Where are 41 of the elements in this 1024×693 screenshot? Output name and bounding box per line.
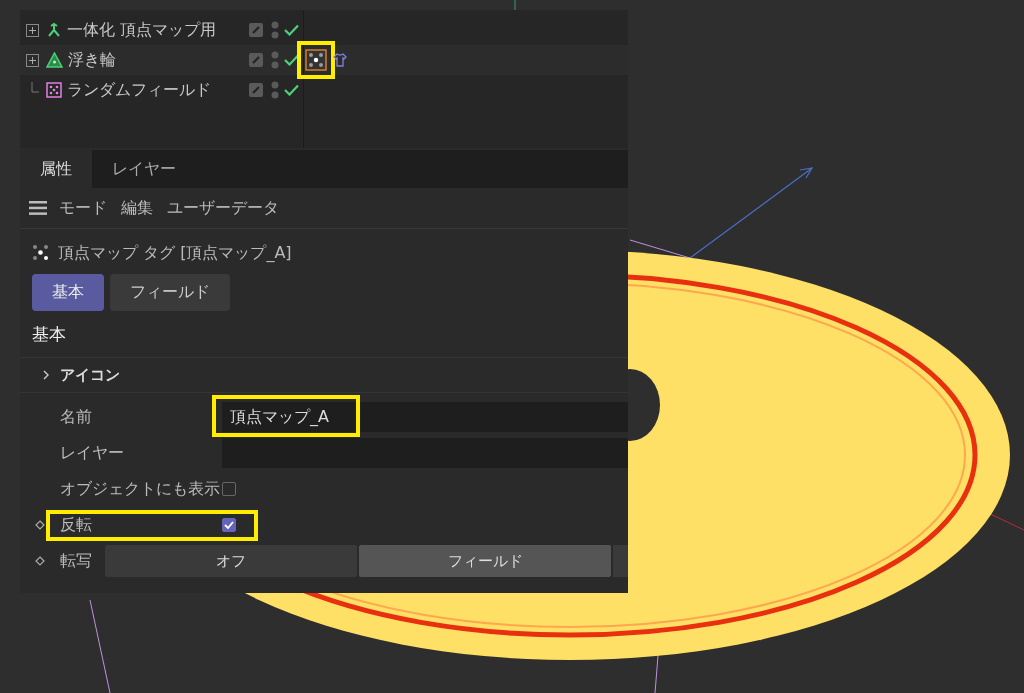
tag-title: 頂点マップ タグ [頂点マップ_A] <box>58 242 292 264</box>
object-name[interactable]: ランダムフィールド <box>67 79 249 101</box>
property-label: オブジェクトにも表示 <box>60 478 221 500</box>
menu-item[interactable]: ユーザーデータ <box>167 197 279 219</box>
visibility-dots-icon[interactable] <box>271 51 279 69</box>
property-label: 転写 <box>60 550 93 572</box>
property-label: 名前 <box>60 406 93 428</box>
menu-item[interactable]: 編集 <box>121 197 153 219</box>
check-icon[interactable] <box>284 24 299 36</box>
connector-icon <box>46 22 62 38</box>
property-label: 反転 <box>60 514 93 536</box>
triangle-icon <box>46 52 63 68</box>
menu-icon[interactable] <box>29 201 47 215</box>
tab[interactable]: レイヤー <box>92 150 196 188</box>
section-heading: 基本 <box>31 323 67 346</box>
vertex-dots-icon <box>32 244 50 262</box>
property-label: レイヤー <box>60 442 125 464</box>
page-button[interactable]: 基本 <box>32 274 104 311</box>
visibility-dots-icon[interactable] <box>271 21 279 39</box>
expand-icon[interactable] <box>26 53 39 67</box>
text-field[interactable] <box>222 438 628 468</box>
checkbox[interactable] <box>222 482 236 496</box>
group-label[interactable]: アイコン <box>60 365 120 385</box>
object-name[interactable]: 一体化 頂点マップ用 <box>67 19 249 41</box>
checkbox[interactable] <box>222 518 236 532</box>
visibility-dots-icon[interactable] <box>271 81 279 99</box>
segment-option[interactable]: フィールド <box>359 545 611 577</box>
keyframe-diamond-icon[interactable] <box>35 556 45 566</box>
text-field[interactable]: 頂点マップ_A <box>222 402 628 432</box>
check-icon[interactable] <box>284 84 299 96</box>
page-button[interactable]: フィールド <box>110 274 230 311</box>
segment-option[interactable]: オフ <box>105 545 357 577</box>
check-icon[interactable] <box>284 54 299 66</box>
shirt-icon[interactable] <box>333 53 347 67</box>
vertex-map-tag-icon[interactable] <box>305 49 327 71</box>
chevron-icon[interactable] <box>42 370 50 380</box>
keyframe-diamond-icon[interactable] <box>35 520 45 530</box>
tab[interactable]: 属性 <box>20 150 92 188</box>
dice-icon <box>46 82 62 98</box>
expand-icon[interactable] <box>26 23 39 37</box>
menu-item[interactable]: モード <box>59 197 107 219</box>
